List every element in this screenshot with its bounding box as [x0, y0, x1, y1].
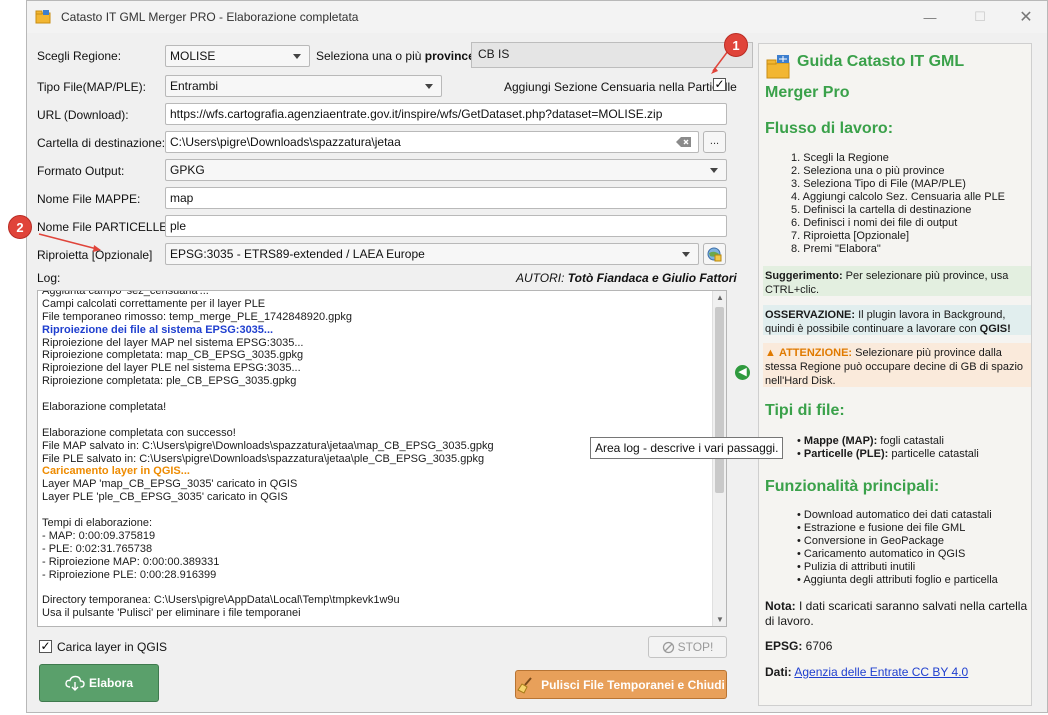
osservazione-note: OSSERVAZIONE: Il plugin lavora in Backgr… — [763, 305, 1031, 335]
log-line: - Riproiezione PLE: 0:00:28.916399 — [42, 568, 217, 581]
log-line: Campi calcolati correttamente per il lay… — [42, 297, 266, 310]
tipi-item: • Mappe (MAP): fogli catastali — [797, 435, 944, 447]
carica-label: Carica layer in QGIS — [57, 640, 168, 654]
log-line: Riproiezione completata: map_CB_EPSG_303… — [42, 349, 304, 362]
warning-icon: ▲ — [765, 347, 776, 359]
log-line: - MAP: 0:00:09.375819 — [42, 529, 156, 542]
attenzione-note: ▲ ATTENZIONE: Selezionare più province d… — [763, 343, 1031, 387]
main-window: Catasto IT GML Merger PRO - Elaborazione… — [8, 0, 1048, 713]
flusso-step: 4. Aggiungi calcolo Sez. Censuaria alle … — [791, 191, 1006, 203]
funz-item: • Aggiunta degli attributi foglio e part… — [797, 574, 998, 586]
flusso-step: 7. Riproietta [Opzionale] — [791, 230, 910, 242]
funz-title: Funzionalità principali: — [765, 478, 940, 495]
tipi-title: Tipi di file: — [765, 402, 845, 419]
broom-icon — [517, 676, 532, 694]
dati-link[interactable]: Agenzia delle Entrate CC BY 4.0 — [794, 665, 968, 679]
pulisci-button[interactable]: Pulisci File Temporanei e Chiudi — [515, 670, 727, 699]
guide-title-line1: Guida Catasto IT GML — [797, 53, 965, 70]
flusso-title: Flusso di lavoro: — [765, 120, 894, 137]
log-line: Riproiezione dei file al sistema EPSG:30… — [42, 323, 274, 336]
log-line: Elaborazione completata! — [42, 401, 167, 414]
folder-guide-icon — [766, 55, 790, 79]
funz-item: • Pulizia di attributi inutili — [797, 561, 916, 573]
authors-label: AUTORI: Totò Fiandaca e Giulio Fattori — [516, 271, 737, 285]
annotation-badge-1: 1 — [724, 33, 748, 57]
scroll-up-icon[interactable]: ▲ — [716, 293, 724, 302]
carica-checkbox[interactable]: ✓ — [39, 640, 52, 653]
pulisci-label: Pulisci File Temporanei e Chiudi — [541, 677, 725, 692]
stop-button[interactable]: STOP! — [648, 636, 727, 658]
log-line: Riproiezione del layer PLE nel sistema E… — [42, 362, 301, 375]
log-label: Log: — [37, 271, 61, 285]
nota-text: Nota: I dati scaricati saranno salvati n… — [765, 599, 1028, 628]
log-line: - Riproiezione MAP: 0:00:00.389331 — [42, 555, 220, 568]
guide-panel: Guida Catasto IT GML Merger Pro Flusso d… — [758, 43, 1032, 706]
funz-item: • Conversione in GeoPackage — [797, 535, 944, 547]
cloud-download-icon — [65, 675, 85, 691]
tipi-item: • Particelle (PLE): particelle catastali — [797, 448, 979, 460]
log-line: Layer MAP 'map_CB_EPSG_3035' caricato in… — [42, 478, 298, 491]
scroll-thumb[interactable] — [715, 307, 724, 493]
funz-item: • Caricamento automatico in QGIS — [797, 548, 966, 560]
stop-label: STOP! — [677, 640, 714, 654]
log-line: Riproiezione del layer MAP nel sistema E… — [42, 336, 304, 349]
tipi-list: • Mappe (MAP): fogli catastali • Particel… — [797, 435, 979, 461]
log-line: Caricamento layer in QGIS... — [42, 465, 190, 478]
log-line: File temporaneo rimosso: temp_merge_PLE_… — [42, 310, 353, 323]
log-line: Aggiunta campo 'sez_censuaria'... — [42, 290, 209, 297]
log-line: Layer PLE 'ple_CB_EPSG_3035' caricato in… — [42, 491, 288, 504]
log-line: Tempi di elaborazione: — [42, 517, 153, 530]
funz-item: • Estrazione e fusione dei file GML — [797, 522, 966, 534]
annotation-badge-2: 2 — [8, 215, 32, 239]
guide-title-line2: Merger Pro — [765, 84, 850, 101]
suggerimento-note: Suggerimento: Per selezionare più provin… — [763, 266, 1031, 296]
elabora-label: Elabora — [88, 676, 133, 690]
flusso-step: 2. Seleziona una o più province — [791, 165, 945, 177]
log-line: - PLE: 0:02:31.765738 — [42, 542, 153, 555]
dati-text: Dati: Agenzia delle Entrate CC BY 4.0 — [765, 665, 969, 679]
flusso-step: 3. Seleziona Tipo di File (MAP/PLE) — [791, 178, 966, 190]
flusso-step: 1. Scegli la Regione — [791, 152, 889, 164]
back-arrow-icon[interactable]: ◀ — [735, 365, 750, 380]
log-line: Directory temporanea: C:\Users\pigre\App… — [42, 594, 400, 607]
epsg-text: EPSG: 6706 — [765, 639, 833, 653]
log-tooltip: Area log - descrive i vari passaggi. — [590, 437, 784, 459]
scroll-down-icon[interactable]: ▼ — [716, 615, 724, 624]
stop-icon — [662, 641, 674, 653]
flusso-step: 6. Definisci i nomi dei file di output — [791, 217, 958, 229]
elabora-button[interactable]: Elabora — [39, 664, 159, 702]
log-line: Usa il pulsante 'Pulisci' per eliminare … — [42, 607, 301, 620]
flusso-list: 1. Scegli la Regione 2. Seleziona una o p… — [791, 152, 1005, 256]
flusso-step: 8. Premi "Elabora" — [791, 243, 881, 255]
funz-item: • Download automatico dei dati catastali — [797, 509, 992, 521]
flusso-step: 5. Definisci la cartella di destinazione — [791, 204, 972, 216]
log-line: Riproiezione completata: ple_CB_EPSG_303… — [42, 375, 297, 388]
funz-list: • Download automatico dei dati catastali… — [797, 509, 998, 587]
